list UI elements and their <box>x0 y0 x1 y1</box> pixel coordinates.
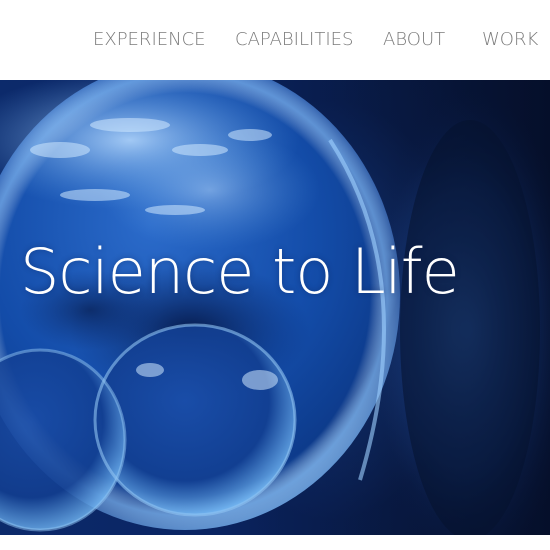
page: EXPERIENCE CAPABILITIES ABOUT WORK Scien… <box>0 0 550 550</box>
nav-link-experience[interactable]: EXPERIENCE <box>93 29 206 51</box>
nav-link-work[interactable]: WORK <box>482 29 538 51</box>
hero-banner: Science to Life <box>0 80 550 535</box>
nav-link-about[interactable]: ABOUT <box>383 29 445 51</box>
top-navigation: EXPERIENCE CAPABILITIES ABOUT WORK <box>0 0 550 80</box>
bottom-spacer <box>0 535 550 550</box>
hero-headline: Science to Life <box>20 234 460 308</box>
nav-link-capabilities[interactable]: CAPABILITIES <box>235 29 353 51</box>
